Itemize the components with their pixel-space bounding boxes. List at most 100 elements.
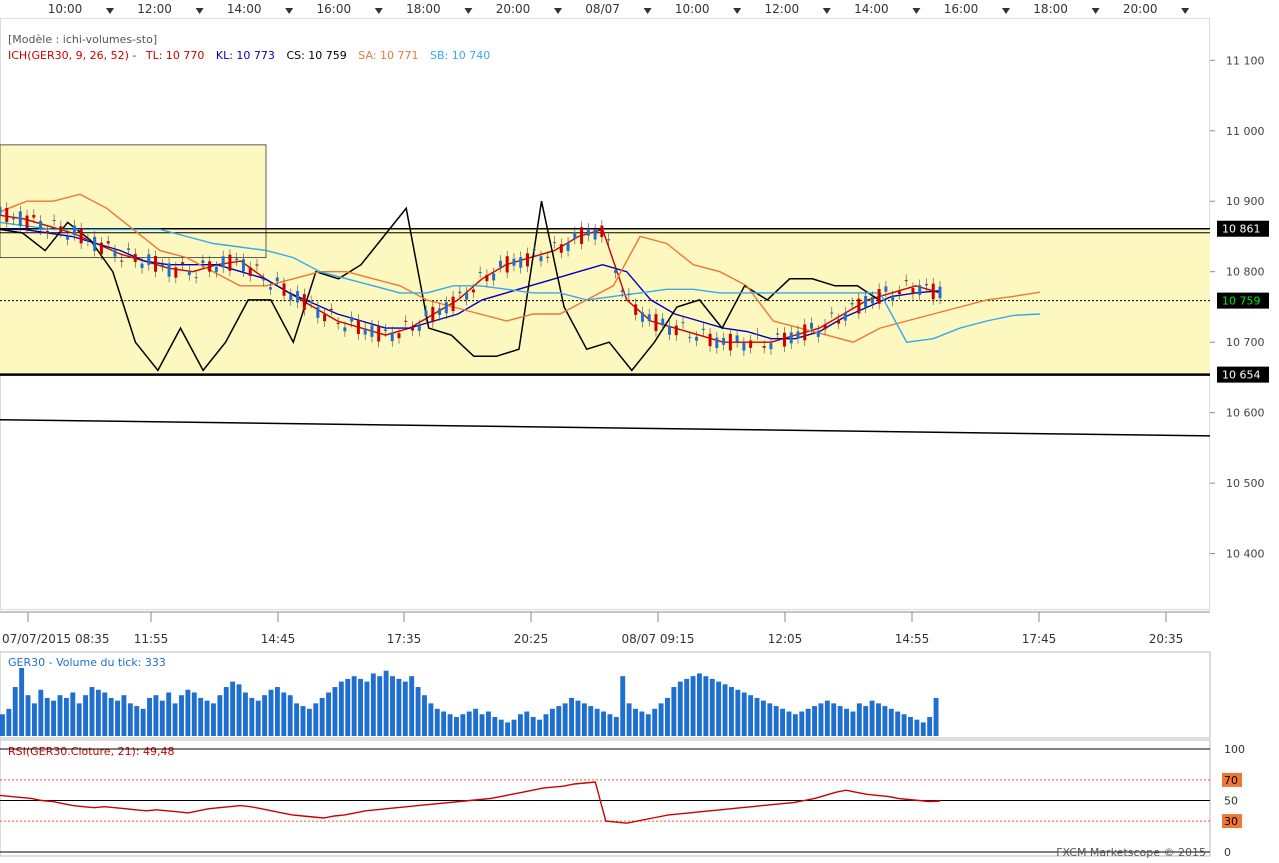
volume-bar	[722, 684, 728, 736]
volume-bar	[147, 697, 152, 736]
candle-body	[918, 285, 922, 296]
volume-bar	[697, 673, 702, 736]
price-tag: 10 654	[1222, 369, 1261, 382]
candle-body	[350, 316, 354, 322]
candle-body	[857, 298, 861, 314]
volume-bar	[306, 708, 312, 736]
top-time-label: 14:00	[854, 2, 889, 16]
candle-body	[66, 236, 70, 240]
volume-bar	[428, 703, 434, 736]
volume-bar	[326, 692, 332, 736]
candle-body	[99, 242, 103, 255]
volume-bar	[805, 708, 811, 736]
volume-bar	[876, 703, 881, 736]
volume-bar	[601, 711, 606, 736]
candle-body	[586, 228, 590, 236]
candle-body	[600, 225, 604, 238]
volume-bar	[159, 700, 165, 736]
volume-bar	[773, 706, 779, 736]
volume-bar	[300, 706, 306, 736]
volume-bar	[556, 706, 562, 736]
candle-body	[45, 230, 49, 234]
volume-bar	[319, 697, 325, 736]
volume-bar	[31, 703, 37, 736]
volume-bar	[179, 695, 184, 736]
candle-body	[160, 264, 164, 266]
candle-body	[296, 291, 300, 303]
volume-bar	[332, 687, 338, 736]
candle-body	[404, 320, 408, 322]
volume-bar	[294, 703, 300, 736]
candle-body	[722, 338, 726, 345]
bottom-time-label: 07/07/2015 08:35	[2, 632, 110, 646]
candle-body	[546, 256, 550, 258]
ichimoku-legend: ICH(GER30, 9, 26, 52) - TL: 10 770 KL: 1…	[8, 49, 490, 62]
volume-bar	[351, 676, 357, 736]
candle-body	[390, 332, 394, 342]
y-tick-label: 10 900	[1226, 195, 1265, 208]
price-tag: 10 861	[1222, 223, 1261, 236]
rsi-panel[interactable]	[0, 739, 1211, 857]
candle-body	[904, 280, 908, 282]
volume-bar	[537, 719, 543, 736]
candle-body	[86, 239, 90, 241]
candle-body	[695, 336, 699, 341]
volume-bar	[454, 716, 459, 736]
volume-bar	[780, 708, 786, 736]
rsi-level-label: 30	[1224, 815, 1238, 828]
volume-bar	[25, 695, 31, 736]
candle-body	[593, 229, 597, 240]
volume-bar	[850, 711, 856, 736]
candle-body	[221, 256, 225, 268]
top-time-label: 10:00	[675, 2, 710, 16]
volume-bar	[390, 676, 395, 736]
volume-bar	[377, 676, 383, 736]
y-tick-label: 10 500	[1226, 477, 1265, 490]
volume-bar	[626, 703, 632, 736]
candle-body	[620, 290, 624, 293]
volume-bar	[888, 708, 894, 736]
volume-bar	[281, 692, 287, 736]
candle-body	[755, 333, 759, 335]
volume-bar	[108, 697, 114, 736]
candle-body	[269, 287, 273, 290]
candle-body	[248, 267, 252, 276]
bottom-time-label: 17:45	[1022, 632, 1057, 646]
volume-bar	[211, 703, 216, 736]
candle-body	[843, 312, 847, 321]
volume-bar	[869, 700, 875, 736]
price-axis[interactable]	[1210, 18, 1279, 610]
candle-body	[803, 324, 807, 341]
volume-bar	[204, 700, 210, 736]
volume-bar	[569, 697, 575, 736]
volume-bar	[83, 695, 89, 736]
candle-body	[329, 309, 333, 311]
candle-body	[566, 242, 570, 251]
volume-bar	[140, 708, 146, 736]
top-time-label: 14:00	[227, 2, 262, 16]
volume-bar	[447, 714, 453, 736]
legend-kl: KL: 10 773	[216, 49, 275, 62]
rsi-level-label: 100	[1224, 743, 1245, 756]
candle-body	[681, 322, 685, 324]
candle-body	[140, 263, 144, 269]
candle-body	[133, 253, 137, 263]
volume-bar	[485, 711, 491, 736]
volume-bar	[19, 668, 25, 736]
volume-bar	[856, 703, 862, 736]
candle-body	[106, 241, 110, 244]
bottom-time-label: 14:55	[895, 632, 930, 646]
candle-body	[519, 257, 523, 268]
bottom-time-label: 08/07 09:15	[622, 632, 695, 646]
candle-body	[309, 301, 313, 303]
volume-bar	[613, 716, 619, 736]
candle-body	[458, 291, 462, 294]
price-tag: 10 759	[1222, 295, 1261, 308]
candle-body	[924, 283, 928, 286]
candle-body	[194, 277, 198, 279]
volume-bar	[185, 689, 191, 736]
volume-bar	[530, 716, 536, 736]
candle-body	[0, 206, 2, 216]
volume-bar	[748, 695, 754, 736]
candle-body	[525, 253, 529, 267]
